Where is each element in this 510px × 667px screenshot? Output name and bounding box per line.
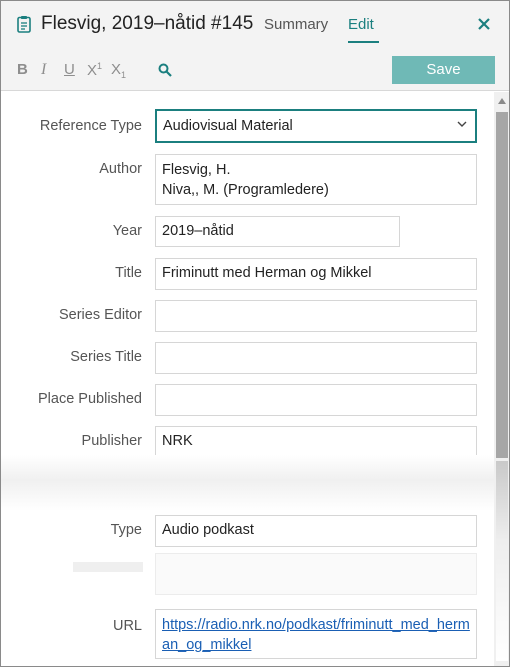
author-label: Author (99, 161, 142, 177)
reference-type-select[interactable]: Audiovisual Material (155, 109, 477, 143)
year-field[interactable]: 2019–nåtid (155, 216, 400, 247)
publisher-field[interactable]: NRK (155, 426, 477, 458)
series-title-label: Series Title (70, 349, 142, 365)
reference-editor-panel: Flesvig, 2019–nåtid #145 Summary Edit B … (0, 0, 510, 667)
type-field[interactable]: Audio podkast (155, 515, 477, 547)
clipboard-icon (17, 16, 31, 33)
publisher-label: Publisher (81, 433, 142, 449)
series-editor-label: Series Editor (58, 307, 142, 323)
close-icon[interactable] (477, 17, 491, 31)
subscript-letter: X (111, 61, 122, 78)
title-label: Title (115, 265, 142, 281)
underline-button[interactable]: U (64, 61, 75, 78)
author-line-2: Niva,, M. (Programledere) (162, 182, 329, 198)
scroll-up-arrow-icon[interactable] (498, 98, 506, 104)
place-published-label: Place Published (38, 391, 142, 407)
type-label: Type (110, 522, 142, 538)
subscript-mark: 1 (121, 70, 127, 80)
subscript-button[interactable]: X1 (111, 61, 126, 80)
url-field[interactable]: https://radio.nrk.no/podkast/friminutt_m… (155, 609, 477, 659)
chevron-down-icon (457, 121, 467, 127)
place-published-field[interactable] (155, 384, 477, 416)
search-icon[interactable] (158, 63, 172, 77)
author-line-1: Flesvig, H. (162, 162, 231, 178)
title-field[interactable]: Friminutt med Herman og Mikkel (155, 258, 477, 290)
series-title-field[interactable] (155, 342, 477, 374)
page-title: Flesvig, 2019–nåtid #145 (41, 13, 254, 34)
superscript-button[interactable]: X1 (87, 61, 102, 79)
save-button[interactable]: Save (392, 56, 495, 84)
reference-form: Reference Type Audiovisual Material Auth… (1, 92, 494, 666)
reference-type-value: Audiovisual Material (163, 118, 293, 134)
superscript-letter: X (87, 62, 98, 79)
url-link[interactable]: https://radio.nrk.no/podkast/friminutt_m… (162, 617, 470, 653)
series-editor-field[interactable] (155, 300, 477, 332)
active-tab-indicator (348, 41, 379, 43)
loading-label-placeholder (73, 562, 143, 572)
tab-edit[interactable]: Edit (348, 16, 374, 33)
author-field[interactable]: Flesvig, H. Niva,, M. (Programledere) (155, 154, 477, 205)
year-label: Year (112, 223, 142, 239)
loading-field-placeholder (155, 553, 477, 595)
url-label: URL (112, 618, 142, 634)
italic-button[interactable]: I (41, 61, 46, 79)
panel-header: Flesvig, 2019–nåtid #145 Summary Edit B … (1, 1, 509, 91)
scrollbar-thumb[interactable] (496, 112, 508, 458)
tab-summary[interactable]: Summary (264, 16, 328, 33)
bold-button[interactable]: B (17, 61, 28, 78)
reference-type-label: Reference Type (39, 118, 142, 134)
superscript-mark: 1 (97, 61, 103, 71)
lazy-load-placeholder (1, 455, 494, 511)
scrollbar-lower-track[interactable] (496, 461, 508, 661)
